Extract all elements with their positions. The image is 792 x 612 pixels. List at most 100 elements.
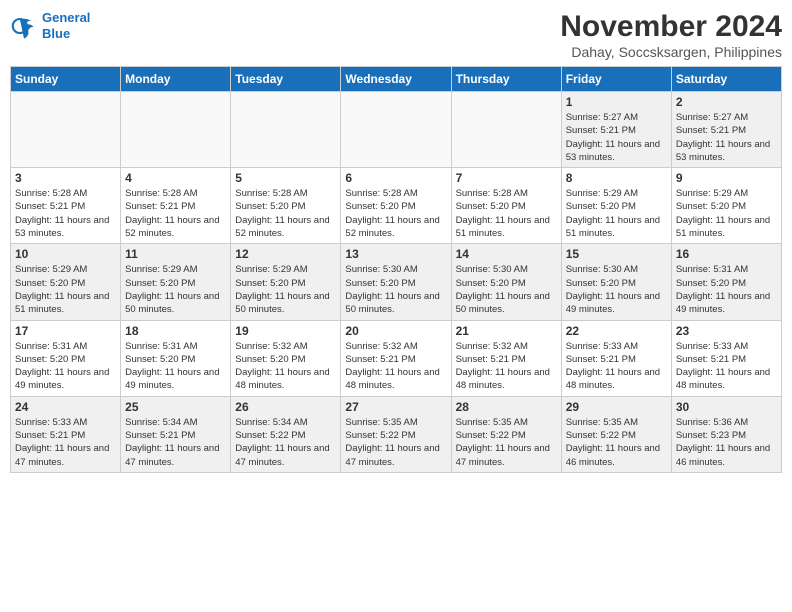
day-info: Sunrise: 5:32 AM Sunset: 5:21 PM Dayligh… xyxy=(345,340,446,393)
calendar-cell: 1Sunrise: 5:27 AM Sunset: 5:21 PM Daylig… xyxy=(561,92,671,168)
calendar-cell: 30 Sunrise: 5:36 AM Sunset: 5:23 PM Dayli… xyxy=(671,396,781,472)
weekday-header: Tuesday xyxy=(231,67,341,92)
day-info: Sunrise: 5:29 AM Sunset: 5:20 PM Dayligh… xyxy=(566,187,667,240)
calendar-cell: 2 Sunrise: 5:27 AM Sunset: 5:21 PM Daylig… xyxy=(671,92,781,168)
weekday-header: Monday xyxy=(121,67,231,92)
day-info: Sunrise: 5:35 AM Sunset: 5:22 PM Dayligh… xyxy=(345,416,446,469)
weekday-header: Saturday xyxy=(671,67,781,92)
day-number: 2 xyxy=(676,95,777,109)
day-number: 3 xyxy=(15,171,116,185)
day-info: Sunrise: 5:30 AM Sunset: 5:20 PM Dayligh… xyxy=(456,263,557,316)
day-number: 20 xyxy=(345,324,446,338)
day-info: Sunrise: 5:27 AM Sunset: 5:21 PM Dayligh… xyxy=(566,111,667,164)
day-info: Sunrise: 5:28 AM Sunset: 5:20 PM Dayligh… xyxy=(345,187,446,240)
day-info: Sunrise: 5:30 AM Sunset: 5:20 PM Dayligh… xyxy=(345,263,446,316)
weekday-header-row: SundayMondayTuesdayWednesdayThursdayFrid… xyxy=(11,67,782,92)
month-title: November 2024 xyxy=(560,10,782,44)
calendar-cell: 28 Sunrise: 5:35 AM Sunset: 5:22 PM Dayli… xyxy=(451,396,561,472)
day-info: Sunrise: 5:28 AM Sunset: 5:21 PM Dayligh… xyxy=(15,187,116,240)
calendar-cell xyxy=(121,92,231,168)
day-number: 18 xyxy=(125,324,226,338)
logo-text: General Blue xyxy=(42,10,90,41)
day-number: 11 xyxy=(125,247,226,261)
calendar-cell: 17Sunrise: 5:31 AM Sunset: 5:20 PM Dayli… xyxy=(11,320,121,396)
location-subtitle: Dahay, Soccsksargen, Philippines xyxy=(560,44,782,60)
day-number: 27 xyxy=(345,400,446,414)
calendar-week-row: 24Sunrise: 5:33 AM Sunset: 5:21 PM Dayli… xyxy=(11,396,782,472)
calendar-cell: 16 Sunrise: 5:31 AM Sunset: 5:20 PM Dayli… xyxy=(671,244,781,320)
day-number: 25 xyxy=(125,400,226,414)
day-info: Sunrise: 5:31 AM Sunset: 5:20 PM Dayligh… xyxy=(676,263,777,316)
day-info: Sunrise: 5:29 AM Sunset: 5:20 PM Dayligh… xyxy=(125,263,226,316)
calendar-cell: 13Sunrise: 5:30 AM Sunset: 5:20 PM Dayli… xyxy=(341,244,451,320)
day-number: 16 xyxy=(676,247,777,261)
day-info: Sunrise: 5:31 AM Sunset: 5:20 PM Dayligh… xyxy=(15,340,116,393)
day-number: 5 xyxy=(235,171,336,185)
day-info: Sunrise: 5:35 AM Sunset: 5:22 PM Dayligh… xyxy=(456,416,557,469)
calendar-cell: 22 Sunrise: 5:33 AM Sunset: 5:21 PM Dayli… xyxy=(561,320,671,396)
day-number: 26 xyxy=(235,400,336,414)
calendar-cell: 9 Sunrise: 5:29 AM Sunset: 5:20 PM Daylig… xyxy=(671,168,781,244)
day-info: Sunrise: 5:32 AM Sunset: 5:20 PM Dayligh… xyxy=(235,340,336,393)
weekday-header: Thursday xyxy=(451,67,561,92)
day-number: 23 xyxy=(676,324,777,338)
day-info: Sunrise: 5:29 AM Sunset: 5:20 PM Dayligh… xyxy=(676,187,777,240)
calendar-week-row: 1Sunrise: 5:27 AM Sunset: 5:21 PM Daylig… xyxy=(11,92,782,168)
logo: General Blue xyxy=(10,10,90,41)
calendar-cell: 3 Sunrise: 5:28 AM Sunset: 5:21 PM Daylig… xyxy=(11,168,121,244)
day-number: 30 xyxy=(676,400,777,414)
calendar-cell xyxy=(451,92,561,168)
day-info: Sunrise: 5:28 AM Sunset: 5:20 PM Dayligh… xyxy=(456,187,557,240)
weekday-header: Sunday xyxy=(11,67,121,92)
page-header: General Blue November 2024 Dahay, Soccsk… xyxy=(10,10,782,60)
calendar-week-row: 10Sunrise: 5:29 AM Sunset: 5:20 PM Dayli… xyxy=(11,244,782,320)
day-info: Sunrise: 5:32 AM Sunset: 5:21 PM Dayligh… xyxy=(456,340,557,393)
calendar-cell: 10Sunrise: 5:29 AM Sunset: 5:20 PM Dayli… xyxy=(11,244,121,320)
day-number: 24 xyxy=(15,400,116,414)
calendar-cell: 20 Sunrise: 5:32 AM Sunset: 5:21 PM Dayli… xyxy=(341,320,451,396)
day-number: 6 xyxy=(345,171,446,185)
day-info: Sunrise: 5:31 AM Sunset: 5:20 PM Dayligh… xyxy=(125,340,226,393)
day-number: 9 xyxy=(676,171,777,185)
day-number: 4 xyxy=(125,171,226,185)
day-number: 12 xyxy=(235,247,336,261)
calendar-cell xyxy=(341,92,451,168)
day-number: 22 xyxy=(566,324,667,338)
day-info: Sunrise: 5:30 AM Sunset: 5:20 PM Dayligh… xyxy=(566,263,667,316)
calendar-cell: 25 Sunrise: 5:34 AM Sunset: 5:21 PM Dayli… xyxy=(121,396,231,472)
calendar-cell xyxy=(231,92,341,168)
day-number: 29 xyxy=(566,400,667,414)
day-info: Sunrise: 5:29 AM Sunset: 5:20 PM Dayligh… xyxy=(235,263,336,316)
day-number: 14 xyxy=(456,247,557,261)
calendar-cell: 23Sunrise: 5:33 AM Sunset: 5:21 PM Dayli… xyxy=(671,320,781,396)
calendar-cell: 4 Sunrise: 5:28 AM Sunset: 5:21 PM Daylig… xyxy=(121,168,231,244)
calendar-cell: 14 Sunrise: 5:30 AM Sunset: 5:20 PM Dayli… xyxy=(451,244,561,320)
day-info: Sunrise: 5:35 AM Sunset: 5:22 PM Dayligh… xyxy=(566,416,667,469)
calendar-week-row: 17Sunrise: 5:31 AM Sunset: 5:20 PM Dayli… xyxy=(11,320,782,396)
title-block: November 2024 Dahay, Soccsksargen, Phili… xyxy=(560,10,782,60)
day-info: Sunrise: 5:28 AM Sunset: 5:21 PM Dayligh… xyxy=(125,187,226,240)
calendar-table: SundayMondayTuesdayWednesdayThursdayFrid… xyxy=(10,66,782,473)
weekday-header: Friday xyxy=(561,67,671,92)
day-info: Sunrise: 5:29 AM Sunset: 5:20 PM Dayligh… xyxy=(15,263,116,316)
day-info: Sunrise: 5:36 AM Sunset: 5:23 PM Dayligh… xyxy=(676,416,777,469)
day-info: Sunrise: 5:34 AM Sunset: 5:21 PM Dayligh… xyxy=(125,416,226,469)
calendar-cell: 27 Sunrise: 5:35 AM Sunset: 5:22 PM Dayli… xyxy=(341,396,451,472)
calendar-cell: 15Sunrise: 5:30 AM Sunset: 5:20 PM Dayli… xyxy=(561,244,671,320)
calendar-cell: 18 Sunrise: 5:31 AM Sunset: 5:20 PM Dayli… xyxy=(121,320,231,396)
day-info: Sunrise: 5:33 AM Sunset: 5:21 PM Dayligh… xyxy=(566,340,667,393)
day-number: 19 xyxy=(235,324,336,338)
day-info: Sunrise: 5:27 AM Sunset: 5:21 PM Dayligh… xyxy=(676,111,777,164)
calendar-cell: 21 Sunrise: 5:32 AM Sunset: 5:21 PM Dayli… xyxy=(451,320,561,396)
calendar-cell: 29 Sunrise: 5:35 AM Sunset: 5:22 PM Dayli… xyxy=(561,396,671,472)
calendar-cell: 19 Sunrise: 5:32 AM Sunset: 5:20 PM Dayli… xyxy=(231,320,341,396)
calendar-cell: 8Sunrise: 5:29 AM Sunset: 5:20 PM Daylig… xyxy=(561,168,671,244)
day-number: 28 xyxy=(456,400,557,414)
calendar-cell: 24Sunrise: 5:33 AM Sunset: 5:21 PM Dayli… xyxy=(11,396,121,472)
calendar-cell: 5Sunrise: 5:28 AM Sunset: 5:20 PM Daylig… xyxy=(231,168,341,244)
day-info: Sunrise: 5:34 AM Sunset: 5:22 PM Dayligh… xyxy=(235,416,336,469)
weekday-header: Wednesday xyxy=(341,67,451,92)
day-number: 21 xyxy=(456,324,557,338)
calendar-cell: 7Sunrise: 5:28 AM Sunset: 5:20 PM Daylig… xyxy=(451,168,561,244)
calendar-cell: 11 Sunrise: 5:29 AM Sunset: 5:20 PM Dayli… xyxy=(121,244,231,320)
